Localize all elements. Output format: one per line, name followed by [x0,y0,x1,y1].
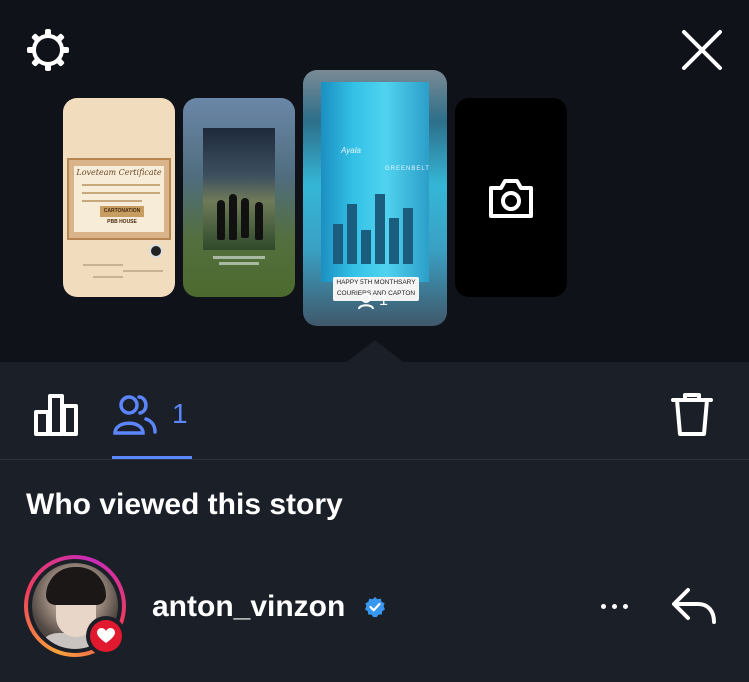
certificate-image: Loveteam Certificate CARTONATION PBB HOU… [67,158,171,240]
tab-viewers[interactable]: 1 [112,390,188,438]
trash-icon [671,393,713,436]
certificate-house: PBB HOUSE [107,219,137,225]
story-tabs: 1 [0,362,749,460]
brand-label: GREENBELT [385,166,430,172]
certificate-title: Loveteam Certificate [76,168,162,177]
group-photo [203,128,275,250]
selected-story-indicator [347,340,403,362]
viewers-count: 1 [172,398,188,429]
reply-button[interactable] [668,584,720,628]
certificate-stamp: CARTONATION [103,208,141,214]
gear-icon [27,29,69,71]
add-story-button[interactable] [455,98,567,297]
close-icon [682,30,722,70]
active-tab-indicator [112,456,192,459]
section-heading: Who viewed this story [26,488,343,521]
person-icon [358,293,374,310]
bar-chart-icon [34,394,78,436]
viewer-count-value: 1 [379,292,388,309]
viewer-row[interactable]: anton_vinzon [0,552,749,662]
heart-icon [97,628,115,643]
brand-label: Ayala [341,146,361,155]
story-carousel: Loveteam Certificate CARTONATION PBB HOU… [0,0,749,362]
viewer-username[interactable]: anton_vinzon [152,590,345,624]
like-badge [86,616,126,656]
delete-button[interactable] [668,390,716,438]
story-thumbnail-selected[interactable]: Ayala GREENBELT HAPPY 5TH MONTHSARY COUR… [303,70,447,326]
close-button[interactable] [678,26,726,74]
more-icon [600,603,606,609]
reply-icon [672,588,716,624]
more-options-button[interactable] [592,588,636,624]
story-thumbnail[interactable]: Loveteam Certificate CARTONATION PBB HOU… [63,98,175,297]
people-icon [113,395,157,435]
verified-badge-icon [365,597,385,618]
story-thumbnail[interactable] [183,98,295,297]
led-tower-image: Ayala GREENBELT [321,82,429,282]
viewer-count: 1 [357,292,388,310]
settings-button[interactable] [24,26,72,74]
tab-insights[interactable] [32,390,80,438]
sticker-icon [149,244,163,258]
camera-icon [489,179,533,218]
